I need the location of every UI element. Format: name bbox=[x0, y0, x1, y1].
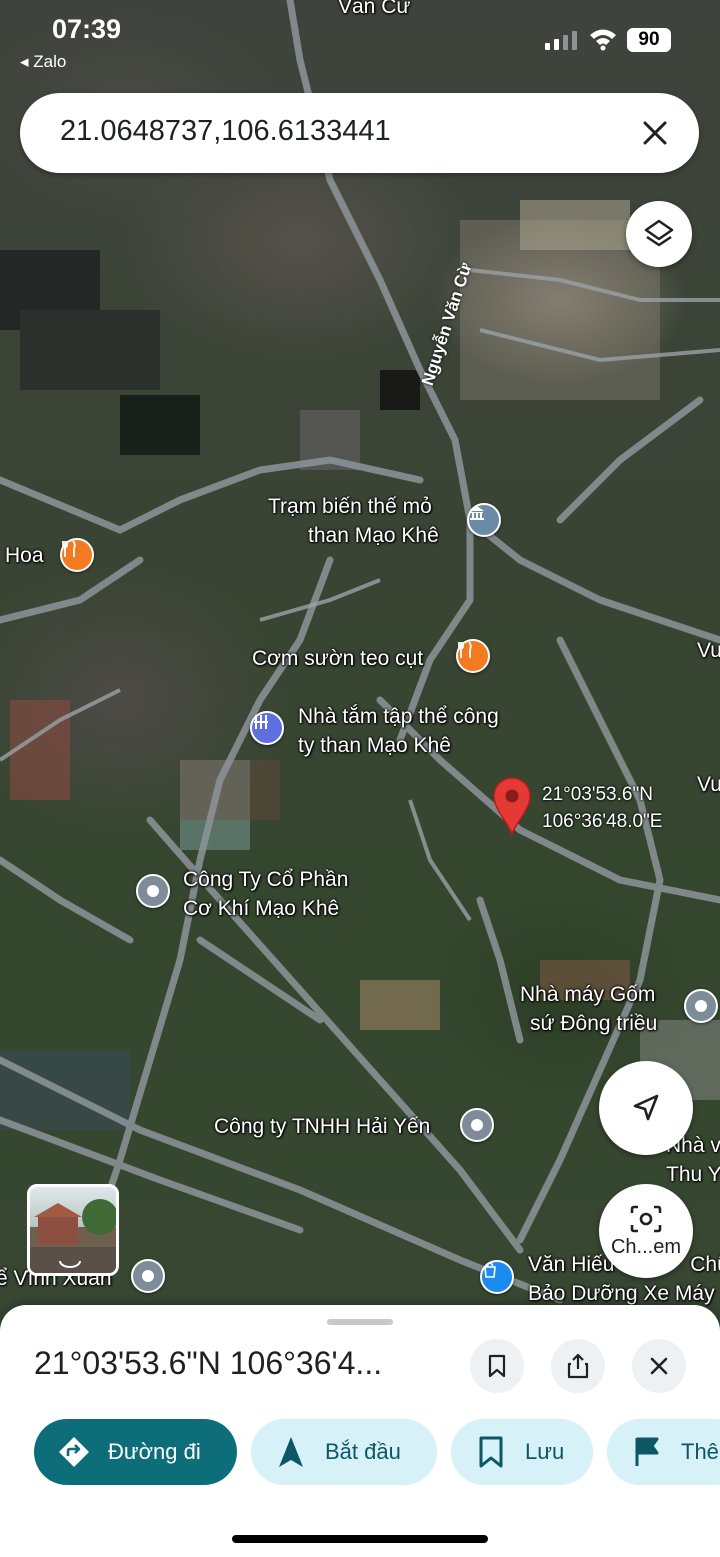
battery-indicator: 90 bbox=[627, 28, 671, 52]
bathhouse-icon[interactable] bbox=[250, 711, 284, 745]
place-bottom-sheet[interactable]: 21°03'53.6"N 106°36'4... Đường đi Bắt đầ… bbox=[0, 1305, 720, 1557]
street-view-thumbnail[interactable] bbox=[27, 1184, 119, 1276]
signal-icon bbox=[545, 31, 577, 50]
directions-button[interactable]: Đường đi bbox=[34, 1419, 237, 1485]
poi-label-line1: Công Ty Cổ Phần bbox=[183, 868, 349, 891]
dropped-pin-icon[interactable] bbox=[490, 774, 534, 836]
dropped-pin-label: 21°03'53.6"N 106°36'48.0"E bbox=[542, 781, 662, 835]
search-query[interactable]: 21.0648737,106.6133441 bbox=[60, 115, 391, 148]
add-label-text: Thê bbox=[681, 1439, 719, 1464]
share-icon bbox=[567, 1353, 589, 1379]
place-icon[interactable] bbox=[136, 874, 170, 908]
navigation-arrow-icon bbox=[633, 1094, 659, 1121]
poi-label-line1: Trạm biến thế mỏ bbox=[268, 495, 432, 518]
bookmark-icon bbox=[473, 1434, 509, 1470]
back-to-app[interactable]: ◂ Zalo bbox=[20, 52, 66, 72]
poi-label-gom-su[interactable]: Nhà máy Gốm sứ Đông triều bbox=[520, 980, 657, 1038]
poi-label-line1: Nhà tắm tập thể công bbox=[298, 705, 499, 728]
clear-search-button[interactable] bbox=[635, 113, 675, 153]
place-title: 21°03'53.6"N 106°36'4... bbox=[34, 1345, 383, 1381]
back-app-name: Zalo bbox=[33, 52, 67, 71]
poi-label-line2: than Mạo Khê bbox=[308, 524, 439, 547]
lens-button[interactable]: Ch...em bbox=[599, 1184, 693, 1278]
poi-label-line2: Cơ Khí Mạo Khê bbox=[183, 897, 340, 920]
restaurant-icon[interactable] bbox=[456, 639, 490, 673]
start-button[interactable]: Bắt đầu bbox=[251, 1419, 437, 1485]
government-icon[interactable] bbox=[467, 503, 501, 537]
poi-label-hai-yen[interactable]: Công ty TNHH Hải Yến bbox=[214, 1112, 430, 1141]
poi-label-co-khi[interactable]: Công Ty Cổ Phần Cơ Khí Mạo Khê bbox=[183, 865, 348, 923]
directions-label: Đường đi bbox=[108, 1439, 201, 1464]
poi-label-line2: Thu Y bbox=[666, 1163, 720, 1186]
home-indicator[interactable] bbox=[232, 1535, 488, 1543]
share-button[interactable] bbox=[551, 1339, 605, 1393]
pin-latitude: 21°03'53.6"N bbox=[542, 784, 653, 805]
wifi-icon bbox=[590, 29, 616, 51]
save-label: Lưu bbox=[525, 1439, 565, 1464]
layers-icon bbox=[644, 219, 674, 247]
poi-label-line2: ty than Mạo Khê bbox=[298, 734, 451, 757]
directions-icon bbox=[56, 1434, 92, 1470]
place-icon[interactable] bbox=[460, 1108, 494, 1142]
poi-label-part2: Chữa bbox=[690, 1253, 720, 1276]
lens-label: Ch...em bbox=[610, 1235, 682, 1258]
poi-label-part1: Văn Hiếu bbox=[528, 1253, 615, 1276]
my-location-button[interactable] bbox=[599, 1061, 693, 1155]
restaurant-icon[interactable] bbox=[60, 538, 94, 572]
save-button[interactable]: Lưu bbox=[451, 1419, 593, 1485]
poi-label-nha-tam[interactable]: Nhà tắm tập thể công ty than Mạo Khê bbox=[298, 702, 499, 760]
place-icon[interactable] bbox=[131, 1259, 165, 1293]
place-icon[interactable] bbox=[684, 989, 718, 1023]
navigation-arrow-icon bbox=[273, 1434, 309, 1470]
poi-label-line2: sứ Đông triều bbox=[530, 1012, 658, 1035]
close-sheet-button[interactable] bbox=[632, 1339, 686, 1393]
sheet-drag-handle[interactable] bbox=[327, 1319, 393, 1325]
flag-icon bbox=[629, 1434, 665, 1470]
poi-label-line1: Nhà máy Gốm bbox=[520, 983, 656, 1006]
poi-label-substation[interactable]: Trạm biến thế mỏ than Mạo Khê bbox=[268, 492, 439, 550]
add-label-button[interactable]: Thê bbox=[607, 1419, 720, 1485]
poi-label-line2: Bảo Dưỡng Xe Máy bbox=[528, 1282, 715, 1305]
close-icon bbox=[650, 1357, 668, 1375]
layers-button[interactable] bbox=[626, 201, 692, 267]
map-label-vu-2: Vu bbox=[697, 773, 720, 796]
poi-label-com-suon[interactable]: Cơm sườn teo cụt bbox=[252, 644, 423, 673]
save-bookmark-button[interactable] bbox=[470, 1339, 524, 1393]
search-bar[interactable]: 21.0648737,106.6133441 bbox=[20, 93, 699, 173]
start-label: Bắt đầu bbox=[325, 1439, 401, 1464]
status-time: 07:39 bbox=[52, 14, 122, 44]
poi-label-hoa[interactable]: Hoa bbox=[5, 541, 44, 570]
close-icon bbox=[643, 121, 667, 145]
shopping-icon[interactable] bbox=[480, 1260, 514, 1294]
status-bar: 07:39 ◂ Zalo 90 bbox=[0, 0, 720, 80]
map-label-vu-1: Vu bbox=[697, 639, 720, 662]
pin-longitude: 106°36'48.0"E bbox=[542, 811, 663, 832]
camera-search-icon bbox=[630, 1205, 662, 1232]
street-view-image bbox=[30, 1199, 116, 1273]
bookmark-icon bbox=[488, 1354, 506, 1378]
